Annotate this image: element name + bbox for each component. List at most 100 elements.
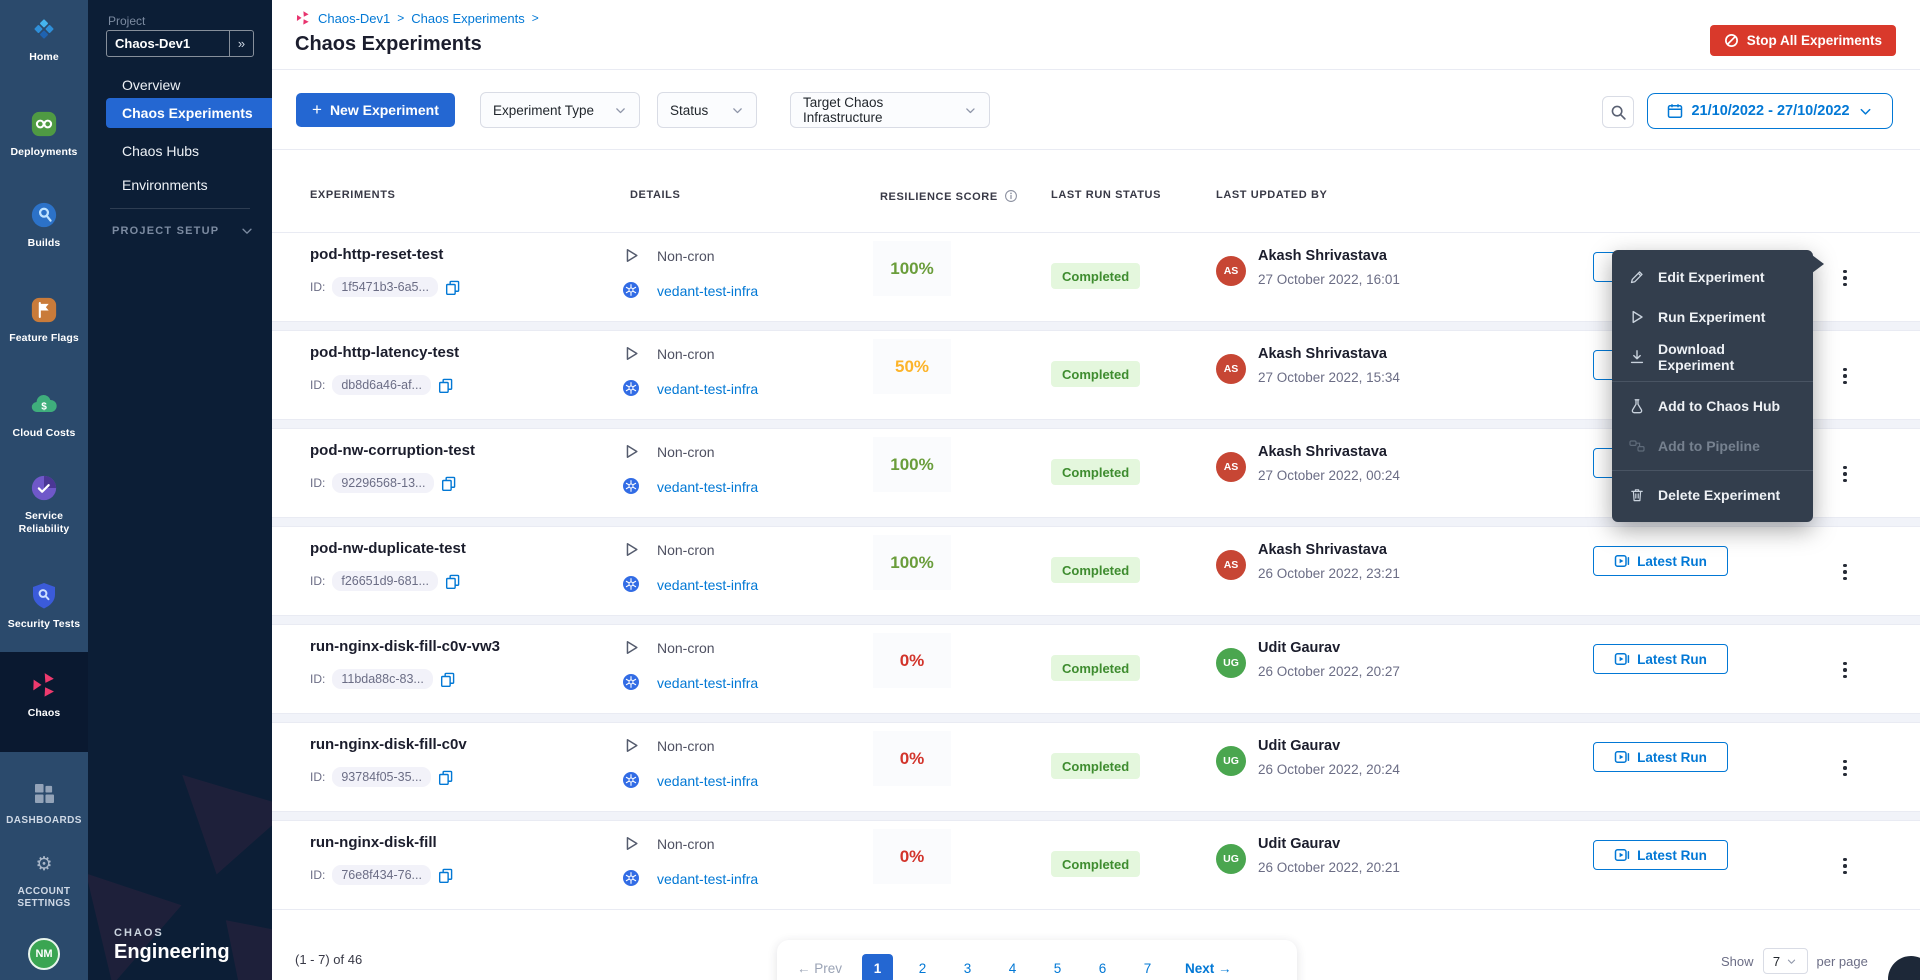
prev-page-button[interactable]: ← Prev [797, 961, 842, 976]
new-experiment-button[interactable]: + New Experiment [296, 93, 455, 127]
resilience-score: 0% [873, 731, 951, 786]
infrastructure-link[interactable]: vedant-test-infra [657, 283, 758, 299]
page-button[interactable]: 4 [997, 954, 1028, 980]
experiment-name[interactable]: pod-nw-corruption-test [310, 442, 475, 459]
experiment-name[interactable]: run-nginx-disk-fill-c0v-vw3 [310, 638, 500, 655]
menu-item-delete-experiment[interactable]: Delete Experiment [1612, 475, 1813, 515]
row-menu-button[interactable] [1835, 751, 1855, 785]
row-menu-button[interactable] [1835, 261, 1855, 295]
copy-icon[interactable] [445, 574, 460, 589]
sidebar-item-security-tests[interactable]: Security Tests [0, 581, 88, 631]
sidebar-item-deployments[interactable]: Deployments [0, 109, 88, 159]
sidebar-item-builds[interactable]: Builds [0, 200, 88, 250]
chevron-down-icon [731, 104, 744, 117]
status-badge: Completed [1051, 263, 1140, 289]
page-button[interactable]: 1 [862, 954, 893, 980]
project-setup-section[interactable]: PROJECT SETUP [112, 224, 254, 238]
experiment-name[interactable]: run-nginx-disk-fill [310, 834, 437, 851]
pipeline-icon [1629, 438, 1645, 454]
table-row[interactable]: run-nginx-disk-fill-c0v ID: 93784f05-35.… [272, 722, 1920, 812]
nav-item-chaos-experiments[interactable]: Chaos Experiments [106, 98, 272, 128]
menu-item-run-experiment[interactable]: Run Experiment [1612, 297, 1813, 337]
sidebar-item-feature-flags[interactable]: Feature Flags [0, 295, 88, 345]
play-icon [623, 639, 640, 656]
sidebar-item-chaos[interactable]: Chaos [0, 670, 88, 720]
info-icon[interactable] [1004, 189, 1018, 203]
experiment-name[interactable]: pod-nw-duplicate-test [310, 540, 466, 557]
search-button[interactable] [1602, 96, 1634, 128]
infrastructure-link[interactable]: vedant-test-infra [657, 381, 758, 397]
infrastructure-link[interactable]: vedant-test-infra [657, 773, 758, 789]
row-menu-button[interactable] [1835, 555, 1855, 589]
copy-icon[interactable] [438, 378, 453, 393]
next-page-button[interactable]: Next → [1185, 961, 1232, 976]
breadcrumb-separator: > [397, 11, 404, 25]
download-icon [1629, 349, 1645, 365]
cloud-costs-icon: $ [29, 390, 59, 420]
status-badge: Completed [1051, 459, 1140, 485]
collapse-sidebar-button[interactable]: » [229, 31, 253, 56]
copy-icon[interactable] [438, 770, 453, 785]
row-menu-button[interactable] [1835, 359, 1855, 393]
sidebar-item-dashboards[interactable]: DASHBOARDS [0, 778, 88, 827]
breadcrumb-project-link[interactable]: Chaos-Dev1 [318, 11, 390, 26]
sidebar-item-account-settings[interactable]: ⚙ ACCOUNT SETTINGS [0, 849, 88, 910]
date-range-selector[interactable]: 21/10/2022 - 27/10/2022 [1647, 93, 1893, 129]
table-row[interactable]: run-nginx-disk-fill ID: 76e8f434-76... N… [272, 820, 1920, 910]
breadcrumb: Chaos-Dev1 > Chaos Experiments > [295, 10, 539, 26]
sidebar-item-cloud-costs[interactable]: $ Cloud Costs [0, 390, 88, 440]
chaos-hub-icon [1629, 398, 1645, 414]
experiment-type-filter[interactable]: Experiment Type [480, 92, 640, 128]
latest-run-button[interactable]: Latest Run [1593, 742, 1728, 772]
infrastructure-link[interactable]: vedant-test-infra [657, 479, 758, 495]
menu-item-download-experiment[interactable]: Download Experiment [1612, 337, 1813, 377]
status-filter[interactable]: Status [657, 92, 757, 128]
latest-run-button[interactable]: Latest Run [1593, 546, 1728, 576]
stop-all-experiments-button[interactable]: Stop All Experiments [1710, 25, 1896, 56]
page-size-select[interactable]: 7 [1763, 948, 1808, 974]
page-button[interactable]: 6 [1087, 954, 1118, 980]
user-avatar[interactable]: NM [28, 938, 60, 970]
nav-item-environments[interactable]: Environments [88, 170, 272, 200]
project-selector[interactable]: Chaos-Dev1 » [106, 30, 254, 57]
infrastructure-link[interactable]: vedant-test-infra [657, 577, 758, 593]
row-menu-button[interactable] [1835, 457, 1855, 491]
infrastructure-link[interactable]: vedant-test-infra [657, 871, 758, 887]
copy-icon[interactable] [440, 672, 455, 687]
menu-item-add-to-chaos-hub[interactable]: Add to Chaos Hub [1612, 386, 1813, 426]
resilience-score: 100% [873, 535, 951, 590]
experiment-name[interactable]: pod-http-reset-test [310, 246, 443, 263]
harness-home-icon [29, 14, 59, 44]
menu-item-edit-experiment[interactable]: Edit Experiment [1612, 257, 1813, 297]
menu-divider [1612, 470, 1813, 471]
sidebar-item-service-reliability[interactable]: Service Reliability [0, 473, 88, 535]
page-button[interactable]: 2 [907, 954, 938, 980]
row-menu-button[interactable] [1835, 849, 1855, 883]
page-button[interactable]: 3 [952, 954, 983, 980]
experiment-id: ID: 76e8f434-76... [310, 865, 453, 885]
security-tests-icon [29, 581, 59, 611]
nav-item-overview[interactable]: Overview [88, 70, 272, 100]
breadcrumb-separator: > [532, 11, 539, 25]
experiment-name[interactable]: run-nginx-disk-fill-c0v [310, 736, 467, 753]
latest-run-button[interactable]: Latest Run [1593, 644, 1728, 674]
infrastructure-link[interactable]: vedant-test-infra [657, 675, 758, 691]
nav-item-chaos-hubs[interactable]: Chaos Hubs [88, 136, 272, 166]
avatar: UG [1216, 746, 1246, 776]
copy-icon[interactable] [441, 476, 456, 491]
copy-icon[interactable] [438, 868, 453, 883]
table-row[interactable]: pod-nw-duplicate-test ID: f26651d9-681..… [272, 526, 1920, 616]
row-menu-button[interactable] [1835, 653, 1855, 687]
table-row[interactable]: run-nginx-disk-fill-c0v-vw3 ID: 11bda88c… [272, 624, 1920, 714]
target-infrastructure-filter[interactable]: Target Chaos Infrastructure [790, 92, 990, 128]
kubernetes-icon [623, 772, 639, 788]
sidebar-item-home[interactable]: Home [0, 14, 88, 64]
page-button[interactable]: 5 [1042, 954, 1073, 980]
latest-run-button[interactable]: Latest Run [1593, 840, 1728, 870]
schedule-type: Non-cron [657, 836, 715, 852]
updated-by-name: Akash Shrivastava [1258, 346, 1387, 362]
breadcrumb-page-link[interactable]: Chaos Experiments [411, 11, 524, 26]
experiment-name[interactable]: pod-http-latency-test [310, 344, 459, 361]
copy-icon[interactable] [445, 280, 460, 295]
page-button[interactable]: 7 [1132, 954, 1163, 980]
